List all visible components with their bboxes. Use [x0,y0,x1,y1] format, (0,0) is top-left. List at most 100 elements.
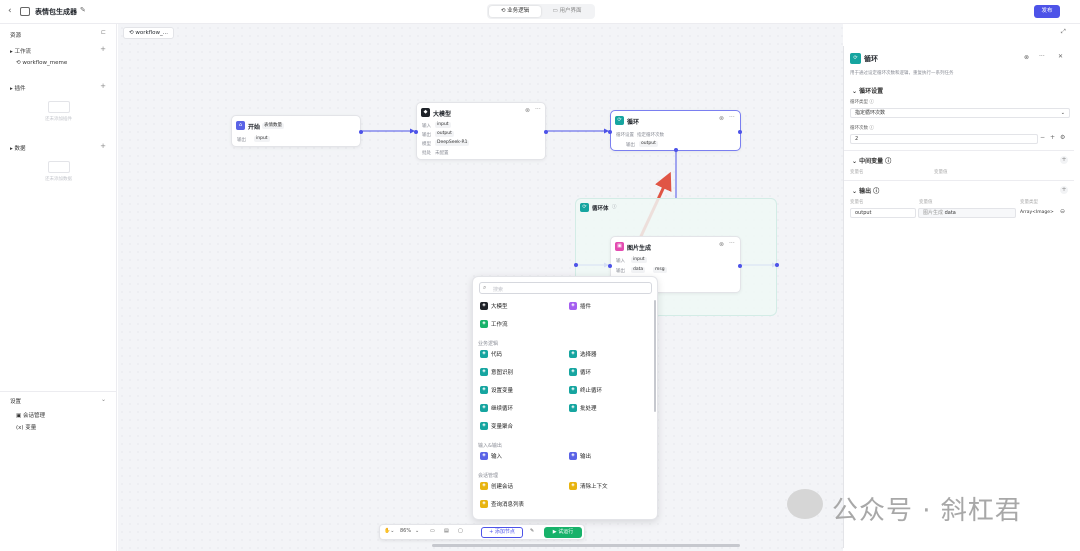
menu-section-label: 业务逻辑 [478,341,499,347]
menu-item[interactable]: ◈ 输入 [480,451,560,461]
chevron-down-icon[interactable]: ⌄ [415,528,419,534]
port-in[interactable] [608,264,612,268]
debug-icon[interactable]: ⊗ [719,115,724,122]
debug-icon[interactable]: ⊗ [1024,54,1029,61]
panel-title: 循环 [864,55,878,63]
menu-item-label: 输出 [580,454,592,460]
plus-icon[interactable]: + [1050,134,1055,141]
loop-config-panel: ⟳ 循环 ⊗ ··· ✕ 用于通过设定循环次数和逻辑，重复执行一系列任务 ⌄ 循… [843,46,1074,548]
menu-item[interactable]: ◈ 继续循环 [480,403,560,413]
menu-item[interactable]: ◈ 意图识别 [480,367,560,377]
menu-item-label: 查询消息列表 [491,502,525,508]
menu-item[interactable]: ◈ 输出 [569,451,649,461]
node-type-icon: ◈ [480,386,488,394]
section-intermediate[interactable]: ⌄ 中间变量 ⓘ [852,156,891,165]
menu-item[interactable]: ◈ 终止循环 [569,385,649,395]
debug-icon[interactable]: ⊗ [525,107,530,114]
output-ref-select[interactable]: 图片生成 data [918,208,1016,218]
port-in[interactable] [608,130,612,134]
port-body[interactable] [674,148,678,152]
section-output[interactable]: ⌄ 输出 ⓘ [852,186,879,195]
menu-item[interactable]: ◈ 创建会话 [480,481,560,491]
more-icon[interactable]: ··· [535,106,541,113]
loop-type-label: 循环类型 ⓘ [850,100,874,105]
loop-body-port-out[interactable] [775,263,779,267]
port-out[interactable] [544,130,548,134]
node-llm[interactable]: ◆ 大模型 ⊗ ··· 输入 input 输出 output 模型 DeepSe… [414,102,548,160]
node-type-icon: ◈ [480,500,488,508]
loop-body-title: 循环体 [592,206,609,212]
output-type: Array<Image> [1020,210,1054,215]
close-icon[interactable]: ✕ [1058,53,1063,60]
minimap-icon[interactable]: ▢ [458,528,463,534]
port-out[interactable] [738,130,742,134]
layout-icon[interactable]: ▤ [444,528,449,534]
node-loop[interactable]: ⟳ 循环 ⊗ ··· 循环设置 指定循环次数 输出 output [608,110,742,152]
menu-item[interactable]: ◈ 清除上下文 [569,481,649,491]
menu-item[interactable]: ◈ 插件 [569,301,649,311]
port-out[interactable] [359,130,363,134]
section-loop-settings[interactable]: ⌄ 循环设置 [852,86,883,95]
remove-icon[interactable]: ⊖ [1060,208,1065,215]
menu-item[interactable]: ◈ 设置变量 [480,385,560,395]
column-header: 变量值 [919,200,933,205]
row-chip: input [435,122,451,128]
menu-item[interactable]: ◈ 工作流 [480,319,560,329]
row-chip: DeepSeek-R1 [435,140,470,146]
debug-icon[interactable]: ⊗ [719,241,724,248]
menu-item[interactable]: ◈ 查询消息列表 [480,499,560,509]
minus-icon[interactable]: − [1040,134,1045,141]
loop-type-select[interactable]: 指定循环次数 ⌄ [850,108,1070,118]
zoom-select[interactable]: 86% [400,528,411,534]
more-icon[interactable]: ··· [729,240,735,247]
menu-item-label: 清除上下文 [580,484,608,490]
gear-icon[interactable]: ⚙ [1060,134,1065,141]
menu-item[interactable]: ◈ 变量聚合 [480,421,560,431]
row-chip: input [631,257,647,263]
node-type-icon: ◈ [480,368,488,376]
add-output-button[interactable]: + [1060,186,1068,194]
debug-icon[interactable]: ✎ [530,528,534,534]
node-start-label: 输出 [237,138,246,143]
menu-item[interactable]: ◈ 循环 [569,367,649,377]
node-type-icon: ◈ [480,404,488,412]
comment-icon[interactable]: ▭ [430,528,435,534]
divider [844,180,1074,181]
menu-item[interactable]: ◈ 批处理 [569,403,649,413]
row-label: 循环设置 [616,133,634,138]
node-type-icon: ◈ [480,350,488,358]
canvas-scrollbar[interactable] [432,544,740,547]
node-start[interactable]: ⌂ 开始 表情数量 输出 input [231,115,363,147]
port-in[interactable] [414,130,418,134]
loop-count-input[interactable]: 2 [850,134,1038,144]
start-icon: ⌂ [236,121,245,130]
node-type-icon: ◈ [569,386,577,394]
loop-icon: ⟳ [615,116,624,125]
menu-item-label: 批处理 [580,406,597,412]
menu-item[interactable]: ◈ 大模型 [480,301,560,311]
node-type-icon: ◈ [480,320,488,328]
node-type-icon: ◈ [480,302,488,310]
loop-body-port-in[interactable] [574,263,578,267]
test-run-button[interactable]: ▶ 试运行 [544,527,582,538]
more-icon[interactable]: ··· [729,114,735,121]
loop-count-label: 循环次数 ⓘ [850,126,874,131]
row-label: 模型 [422,142,431,147]
menu-item[interactable]: ◈ 选择器 [569,349,649,359]
add-node-menu: ⌕ 搜索 ◈ 大模型 ◈ 插件 ◈ 工作流 业务逻辑 ◈ 代码 ◈ 选择器 ◈ 意图识别 ◈ 循环 ◈ 设置变量… [472,276,658,520]
port-out[interactable] [738,264,742,268]
menu-item-label: 大模型 [491,304,508,310]
output-name-input[interactable]: output [850,208,916,218]
llm-icon: ◆ [421,108,430,117]
menu-item-label: 选择器 [580,352,597,358]
more-icon[interactable]: ··· [1039,53,1045,60]
menu-scrollbar[interactable] [654,300,656,412]
hand-icon[interactable]: ✋⌄ [384,528,394,534]
node-search-input[interactable]: ⌕ 搜索 [479,282,652,294]
menu-item[interactable]: ◈ 代码 [480,349,560,359]
search-placeholder: 搜索 [493,286,504,293]
add-node-button[interactable]: + 添加节点 [481,527,523,538]
add-variable-button[interactable]: + [1060,156,1068,164]
column-header: 变量类型 [1020,200,1038,205]
menu-section-label: 会话管理 [478,473,499,479]
